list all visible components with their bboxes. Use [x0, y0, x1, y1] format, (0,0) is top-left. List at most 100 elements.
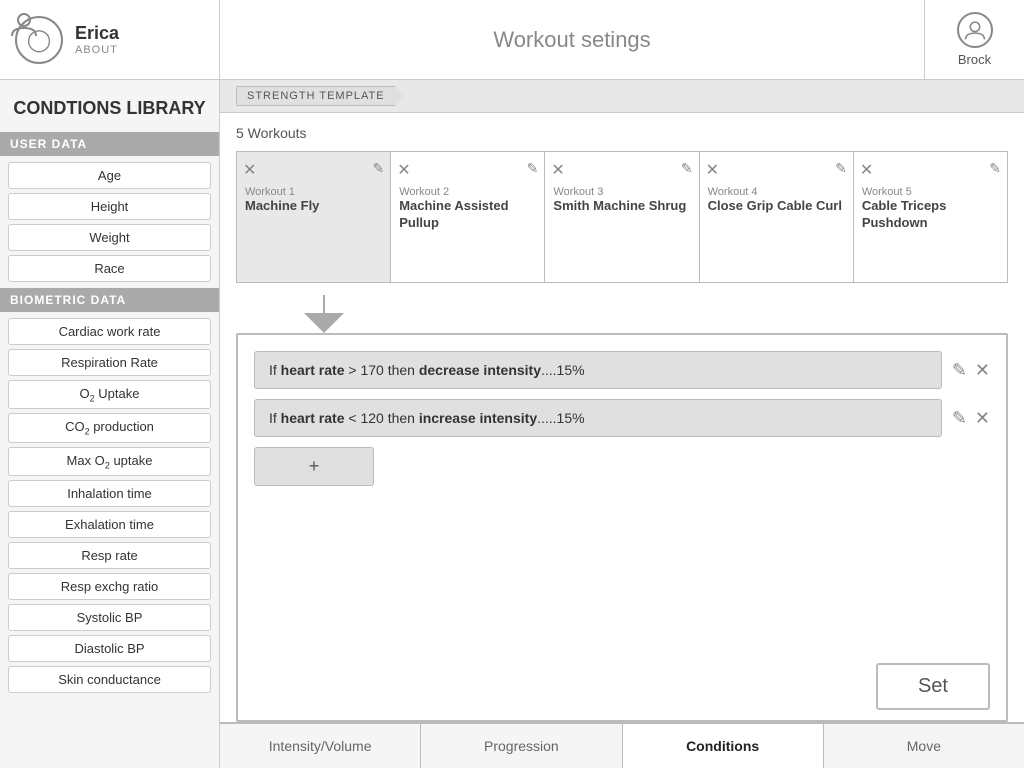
- breadcrumb-bar: STRENGTH TEMPLATE: [220, 80, 1024, 113]
- condition-2-text: If heart rate < 120 then increase intens…: [254, 399, 942, 437]
- arrow-container: [220, 295, 1024, 333]
- card-2-icons: ✕ ✎: [397, 160, 538, 180]
- avatar: ◯: [15, 16, 63, 64]
- card-2-delete-icon[interactable]: ✕: [397, 160, 410, 180]
- avatar-svg: [10, 10, 38, 38]
- sidebar-title: CONDTIONS LIBRARY: [0, 80, 219, 132]
- card-2-name: Machine Assisted Pullup: [397, 198, 538, 232]
- card-1-edit-icon[interactable]: ✎: [372, 160, 384, 180]
- card-4-edit-icon[interactable]: ✎: [835, 160, 847, 180]
- sidebar-item-max-o2[interactable]: Max O2 uptake: [8, 447, 211, 477]
- page-title: Workout setings: [493, 27, 650, 52]
- card-5-label: Workout 5: [860, 186, 914, 198]
- sidebar-item-o2-uptake[interactable]: O2 Uptake: [8, 380, 211, 410]
- breadcrumb[interactable]: STRENGTH TEMPLATE: [236, 86, 396, 106]
- tab-conditions[interactable]: Conditions: [623, 724, 824, 768]
- add-condition-row: +: [254, 447, 990, 486]
- card-2-edit-icon[interactable]: ✎: [527, 160, 539, 180]
- workout-card-2[interactable]: ✕ ✎ Workout 2 Machine Assisted Pullup: [391, 152, 545, 282]
- workout-card-3[interactable]: ✕ ✎ Workout 3 Smith Machine Shrug: [545, 152, 699, 282]
- condition-1-keyword2: decrease intensity: [419, 362, 541, 378]
- header: ◯ Erica ABOUT Workout setings Brock: [0, 0, 1024, 80]
- user-profile-section[interactable]: ◯ Erica ABOUT: [0, 0, 220, 79]
- conditions-panel: If heart rate > 170 then decrease intens…: [236, 333, 1008, 722]
- sidebar-item-exhalation[interactable]: Exhalation time: [8, 511, 211, 538]
- sidebar: CONDTIONS LIBRARY USER DATA Age Height W…: [0, 80, 220, 768]
- sidebar-item-skin[interactable]: Skin conductance: [8, 666, 211, 693]
- sidebar-user-data-items: Age Height Weight Race: [0, 156, 219, 288]
- sidebar-item-weight[interactable]: Weight: [8, 224, 211, 251]
- condition-2-keyword1: heart rate: [281, 410, 345, 426]
- card-1-delete-icon[interactable]: ✕: [243, 160, 256, 180]
- right-panel: STRENGTH TEMPLATE 5 Workouts ✕ ✎ Workout…: [220, 80, 1024, 768]
- card-3-delete-icon[interactable]: ✕: [551, 160, 564, 180]
- card-5-delete-icon[interactable]: ✕: [860, 160, 873, 180]
- workout-card-5[interactable]: ✕ ✎ Workout 5 Cable Triceps Pushdown: [854, 152, 1007, 282]
- condition-2-keyword2: increase intensity: [419, 410, 537, 426]
- card-5-icons: ✕ ✎: [860, 160, 1001, 180]
- add-condition-button[interactable]: +: [254, 447, 374, 486]
- condition-1-edit-button[interactable]: ✎: [952, 360, 967, 381]
- right-user-section[interactable]: Brock: [924, 0, 1024, 79]
- card-4-name: Close Grip Cable Curl: [706, 198, 844, 215]
- card-3-name: Smith Machine Shrug: [551, 198, 688, 215]
- card-1-label: Workout 1: [243, 186, 297, 198]
- card-1-icons: ✕ ✎: [243, 160, 384, 180]
- sidebar-item-diastolic[interactable]: Diastolic BP: [8, 635, 211, 662]
- sidebar-item-systolic[interactable]: Systolic BP: [8, 604, 211, 631]
- tab-bar: Intensity/Volume Progression Conditions …: [220, 722, 1024, 768]
- user-about-label: ABOUT: [75, 44, 119, 56]
- condition-row-1: If heart rate > 170 then decrease intens…: [254, 351, 990, 389]
- sidebar-item-resp-exchg[interactable]: Resp exchg ratio: [8, 573, 211, 600]
- conditions-content: If heart rate > 170 then decrease intens…: [238, 335, 1006, 663]
- sidebar-item-race[interactable]: Race: [8, 255, 211, 282]
- conditions-footer: Set: [238, 663, 1006, 720]
- sidebar-item-age[interactable]: Age: [8, 162, 211, 189]
- sidebar-item-respiration[interactable]: Respiration Rate: [8, 349, 211, 376]
- condition-row-2: If heart rate < 120 then increase intens…: [254, 399, 990, 437]
- sidebar-item-co2[interactable]: CO2 production: [8, 413, 211, 443]
- user-icon: ◯: [27, 27, 52, 53]
- card-2-label: Workout 2: [397, 186, 451, 198]
- card-4-label: Workout 4: [706, 186, 760, 198]
- breadcrumb-label: STRENGTH TEMPLATE: [247, 90, 385, 102]
- condition-2-edit-button[interactable]: ✎: [952, 408, 967, 429]
- workout-count: 5 Workouts: [236, 125, 1008, 141]
- condition-1-keyword1: heart rate: [281, 362, 345, 378]
- arrow-down-svg: [284, 295, 364, 333]
- workout-cards-container: ✕ ✎ Workout 1 Machine Fly ✕ ✎ Workout 2 …: [236, 151, 1008, 283]
- card-3-label: Workout 3: [551, 186, 605, 198]
- right-user-avatar: [957, 12, 993, 48]
- user-name: Erica: [75, 23, 119, 44]
- workout-card-4[interactable]: ✕ ✎ Workout 4 Close Grip Cable Curl: [700, 152, 854, 282]
- tab-progression[interactable]: Progression: [421, 724, 622, 768]
- header-center: Workout setings: [220, 27, 924, 53]
- condition-1-delete-button[interactable]: ✕: [975, 360, 990, 381]
- workout-area: 5 Workouts ✕ ✎ Workout 1 Machine Fly ✕ ✎…: [220, 113, 1024, 295]
- right-user-icon: [964, 19, 986, 41]
- sidebar-section-biometric: BIOMETRIC DATA: [0, 288, 219, 312]
- card-3-icons: ✕ ✎: [551, 160, 692, 180]
- sidebar-biometric-items: Cardiac work rate Respiration Rate O2 Up…: [0, 312, 219, 700]
- sidebar-item-cardiac[interactable]: Cardiac work rate: [8, 318, 211, 345]
- sidebar-item-resp-rate[interactable]: Resp rate: [8, 542, 211, 569]
- card-1-name: Machine Fly: [243, 198, 321, 215]
- card-4-delete-icon[interactable]: ✕: [706, 160, 719, 180]
- user-info: Erica ABOUT: [75, 23, 119, 56]
- set-button[interactable]: Set: [876, 663, 990, 710]
- card-5-edit-icon[interactable]: ✎: [989, 160, 1001, 180]
- condition-2-actions: ✎ ✕: [952, 408, 990, 429]
- workout-card-1[interactable]: ✕ ✎ Workout 1 Machine Fly: [237, 152, 391, 282]
- sidebar-item-inhalation[interactable]: Inhalation time: [8, 480, 211, 507]
- tab-intensity-volume[interactable]: Intensity/Volume: [220, 724, 421, 768]
- condition-2-delete-button[interactable]: ✕: [975, 408, 990, 429]
- condition-1-text: If heart rate > 170 then decrease intens…: [254, 351, 942, 389]
- card-5-name: Cable Triceps Pushdown: [860, 198, 1001, 232]
- sidebar-section-user-data: USER DATA: [0, 132, 219, 156]
- right-user-name: Brock: [958, 52, 991, 67]
- card-3-edit-icon[interactable]: ✎: [681, 160, 693, 180]
- tab-move[interactable]: Move: [824, 724, 1024, 768]
- main-content: CONDTIONS LIBRARY USER DATA Age Height W…: [0, 80, 1024, 768]
- sidebar-item-height[interactable]: Height: [8, 193, 211, 220]
- condition-1-actions: ✎ ✕: [952, 360, 990, 381]
